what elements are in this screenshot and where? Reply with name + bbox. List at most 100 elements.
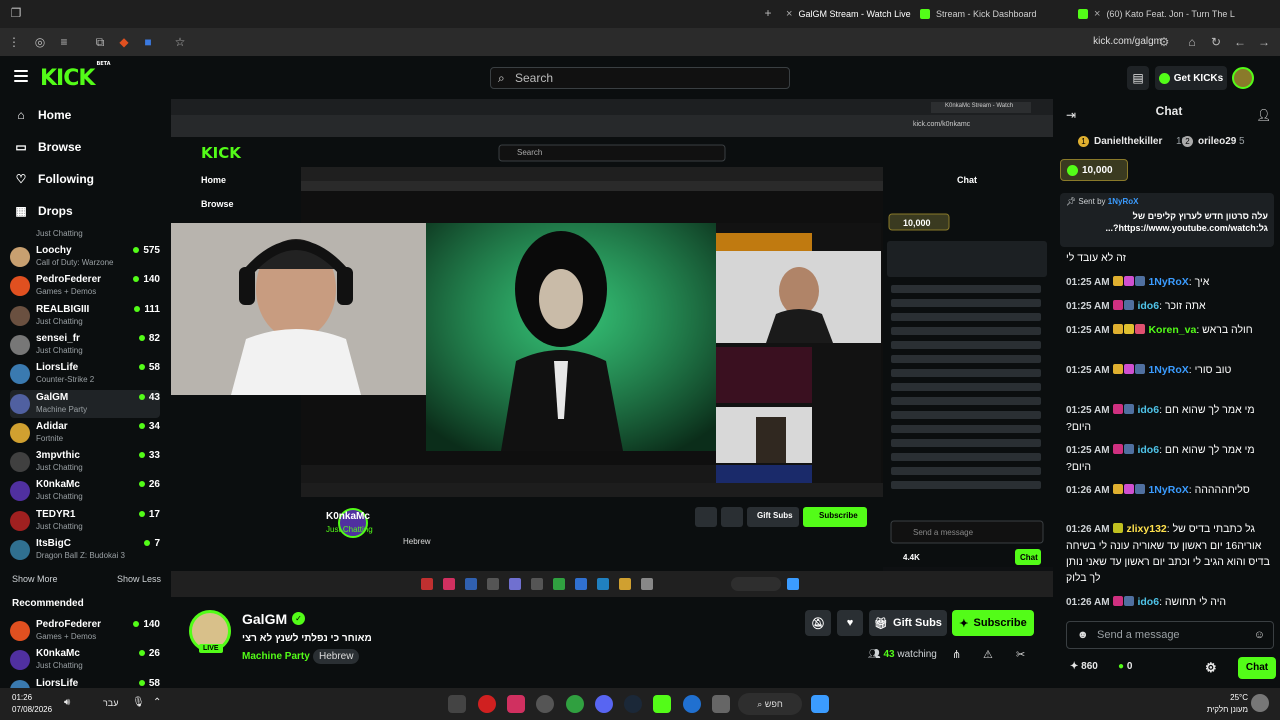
site-settings-icon[interactable]: ⚙ — [1156, 34, 1172, 50]
tab-galgm[interactable]: × GalGM Stream - Watch Live — [786, 4, 916, 24]
language-indicator[interactable]: עבר — [103, 698, 118, 708]
chevron-up-icon[interactable]: ⌃ — [153, 697, 161, 708]
subscribe-button[interactable]: ✦ Subscribe — [952, 610, 1034, 636]
menu-dots-icon[interactable]: ⋮ — [6, 34, 22, 50]
message-username[interactable]: 1NyRoX — [1148, 364, 1188, 376]
sidebar-channel-tedyr1[interactable]: TEDYR1 Just Chatting 17 — [10, 507, 160, 535]
sidebar-channel-liorslife[interactable]: LiorsLife Counter-Strike 2 58 — [10, 360, 160, 388]
sidebar-channel-itsbigc[interactable]: ItsBigC Dragon Ball Z: Budokai 3 7 — [10, 536, 160, 564]
tiktok-icon[interactable] — [507, 695, 525, 713]
get-kicks-button[interactable]: Get KICKs — [1155, 66, 1227, 90]
message-username[interactable]: 1NyRoX — [1148, 276, 1188, 288]
mute-notifications-button[interactable]: 🔕︎ — [805, 610, 831, 636]
new-tab-icon[interactable]: + — [760, 5, 776, 21]
steam-icon[interactable] — [624, 695, 642, 713]
kick-live-icon[interactable] — [653, 695, 671, 713]
app-icon[interactable] — [448, 695, 466, 713]
report-icon[interactable]: ⚠ — [983, 648, 993, 661]
sidebar-channel-loochy[interactable]: Loochy Call of Duty: Warzone 575 — [10, 243, 160, 271]
extension-icon[interactable]: ≡ — [56, 34, 72, 50]
chat-send-button[interactable]: Chat — [1238, 657, 1276, 679]
sidebar-channel-3mpvthic[interactable]: 3mpvthic Just Chatting 33 — [10, 448, 160, 476]
close-tab-icon[interactable]: × — [1094, 8, 1100, 20]
url-field[interactable]: kick.com/galgm — [1093, 36, 1162, 47]
language-tag[interactable]: Hebrew — [313, 649, 360, 664]
chrome-icon[interactable] — [566, 695, 584, 713]
message-username[interactable]: ido6 — [1137, 404, 1159, 416]
reload-icon[interactable]: ↻ — [1208, 34, 1224, 50]
message-username[interactable]: zlixy132 — [1126, 523, 1166, 535]
points-display[interactable]: ✦ 860 — [1070, 661, 1098, 672]
settings-gear-icon[interactable]: ⚙ — [1205, 660, 1217, 676]
emoji-icon[interactable]: ☺ — [1254, 622, 1265, 648]
extension-icon[interactable]: ◎ — [32, 34, 48, 50]
extension-icon[interactable]: ◆ — [116, 34, 132, 50]
sidebar-channel-pedrofederer[interactable]: PedroFederer Games + Demos 140 — [10, 272, 160, 300]
nav-home[interactable]: ⌂ Home — [14, 108, 71, 122]
channel-avatar — [10, 481, 30, 502]
leader-name[interactable]: orileo29 — [1198, 136, 1236, 147]
clock[interactable]: 01:26 07/08/2026 — [12, 692, 52, 716]
mic-icon[interactable]: 🎙︎ — [132, 697, 145, 708]
taskbar-search[interactable]: ⌕ חפש — [738, 693, 802, 715]
message-username[interactable]: 1NyRoX — [1148, 484, 1188, 496]
extension-icon[interactable]: ■ — [140, 34, 156, 50]
sidebar-channel-galgm[interactable]: GalGM Machine Party 43 — [10, 389, 160, 418]
gift-subs-button[interactable]: 🎁︎ Gift Subs — [869, 610, 947, 636]
message-username[interactable]: ido6 — [1137, 444, 1159, 456]
hamburger-menu-icon[interactable] — [14, 70, 28, 85]
star-icon[interactable]: ☆ — [172, 34, 188, 50]
sidebar-channel-k0nkamc[interactable]: K0nkaMc Just Chatting 26 — [10, 646, 160, 674]
close-tab-icon[interactable]: × — [786, 8, 792, 20]
home-browser-icon[interactable]: ⌂ — [1184, 34, 1200, 50]
calculator-icon[interactable] — [712, 695, 730, 713]
kicks-pill[interactable]: 10,000 — [1060, 159, 1128, 181]
sidebar-channel-sensei_fr[interactable]: sensei_fr Just Chatting 82 — [10, 331, 160, 359]
tab-youtube[interactable]: × (60) Kato Feat. Jon - Turn The L — [1078, 4, 1253, 24]
nav-following[interactable]: ♡ Following — [14, 172, 94, 186]
weather-widget[interactable]: 25°C מעונן חלקית — [1200, 692, 1248, 716]
sidebar-channel-k0nkamc[interactable]: K0nkaMc Just Chatting 26 — [10, 477, 160, 505]
tab-dashboard[interactable]: Stream - Kick Dashboard — [920, 4, 1070, 24]
show-less-button[interactable]: Show Less — [117, 574, 161, 584]
back-tab-icon[interactable]: ❐ — [8, 5, 24, 21]
streamer-name[interactable]: GalGM — [242, 611, 287, 627]
nav-drops[interactable]: ▦ Drops — [14, 204, 72, 218]
speaker-icon[interactable]: 🔊︎ — [64, 697, 70, 708]
emote-icon[interactable]: ☻ — [1077, 622, 1089, 648]
app-icon[interactable] — [683, 695, 701, 713]
notification-avatar[interactable] — [1251, 694, 1269, 712]
user-avatar[interactable] — [1232, 67, 1254, 89]
windows-start-icon[interactable] — [811, 695, 829, 713]
kick-logo[interactable]: KICKBETA — [40, 61, 111, 91]
follow-button[interactable]: ♥ — [837, 610, 863, 636]
nav-browse[interactable]: ▭ Browse — [14, 140, 81, 154]
sidebar-channel-realbigiii[interactable]: REALBIGIII Just Chatting 111 — [10, 302, 160, 330]
forward-icon[interactable]: ← — [1232, 34, 1248, 50]
message-username[interactable]: ido6 — [1137, 300, 1159, 312]
live-dot-icon — [144, 540, 151, 546]
message-username[interactable]: ido6 — [1137, 596, 1159, 608]
chat-users-icon[interactable]: 👤︎ — [1256, 108, 1271, 122]
sidebar-channel-pedrofederer[interactable]: PedroFederer Games + Demos 140 — [10, 617, 160, 645]
inner-send: Send a message — [913, 528, 974, 537]
message-username[interactable]: Koren_va — [1148, 324, 1196, 336]
back-icon[interactable]: → — [1256, 34, 1272, 50]
discord-icon[interactable] — [595, 695, 613, 713]
partial-category: Just Chatting — [36, 229, 83, 238]
share-icon[interactable]: ⋔ — [952, 648, 961, 661]
app-icon[interactable] — [536, 695, 554, 713]
search-input[interactable]: ⌕ Search — [490, 67, 790, 89]
opera-icon[interactable] — [478, 695, 496, 713]
kicks-balance[interactable]: ● 0 — [1118, 661, 1132, 672]
puzzle-icon[interactable]: ⧉ — [92, 34, 108, 50]
pinned-message[interactable]: 📌︎ Sent by 1NyRoX עלה סרטון חדש לערוץ קל… — [1060, 193, 1274, 247]
library-icon[interactable]: ▤ — [1127, 66, 1149, 90]
show-more-button[interactable]: Show More — [12, 574, 58, 584]
clip-icon[interactable]: ✂ — [1016, 648, 1025, 661]
stream-category[interactable]: Machine Party — [242, 651, 310, 662]
leader-name[interactable]: Danielthekiller — [1094, 136, 1162, 147]
chat-input[interactable]: ☻ Send a message ☺ — [1066, 621, 1274, 649]
sidebar-channel-adidar[interactable]: Adidar Fortnite 34 — [10, 419, 160, 447]
video-player[interactable]: KICK 10,000 kick.com/k0nkamc K0nkaMc Str… — [171, 99, 1053, 597]
